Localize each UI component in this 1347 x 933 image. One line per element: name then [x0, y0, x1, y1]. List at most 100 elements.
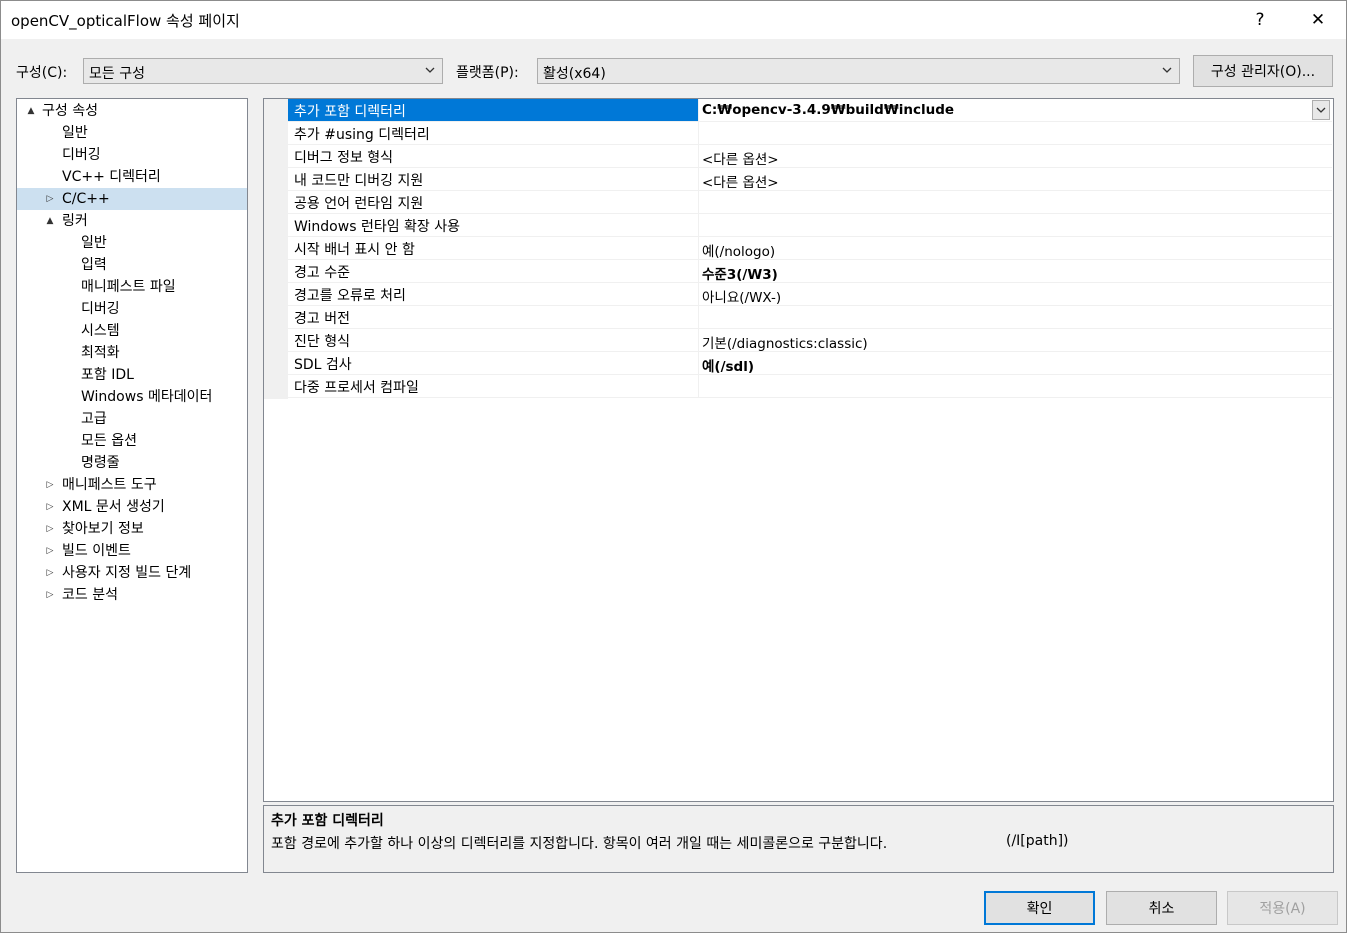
property-value[interactable]: 예(/sdl): [702, 355, 754, 375]
chevron-down-icon: [425, 67, 435, 73]
property-name: 내 코드만 디버깅 지원: [294, 173, 424, 189]
collapsed-triangle-icon[interactable]: ▷: [44, 496, 56, 518]
tree-item-linker-debugging[interactable]: 디버깅: [17, 298, 247, 320]
tree-item-all-options[interactable]: 모든 옵션: [17, 430, 247, 452]
tree-item-label: VC++ 디렉터리: [62, 169, 161, 185]
property-value[interactable]: 예(/nologo): [702, 240, 775, 260]
tree-item-label: C/C++: [62, 191, 110, 207]
platform-value: 활성(x64): [543, 66, 606, 82]
property-row-warning-version[interactable]: 경고 버전: [288, 306, 1332, 329]
tree-item-label: 빌드 이벤트: [62, 543, 131, 559]
property-row-clr-support[interactable]: 공용 언어 런타임 지원: [288, 191, 1332, 214]
tree-item-custom-build-step[interactable]: ▷ 사용자 지정 빌드 단계: [17, 562, 247, 584]
tree-item-label: 구성 속성: [42, 103, 98, 119]
tree-item-label: 매니페스트 파일: [81, 279, 176, 295]
tree-item-windows-metadata[interactable]: Windows 메타데이터: [17, 386, 247, 408]
collapsed-triangle-icon[interactable]: ▷: [44, 584, 56, 606]
collapsed-triangle-icon[interactable]: ▷: [44, 188, 56, 210]
property-row-sdl-checks[interactable]: SDL 검사 예(/sdl): [288, 352, 1332, 375]
tree-item-general[interactable]: 일반: [17, 122, 247, 144]
property-name: SDL 검사: [294, 357, 352, 373]
ok-button[interactable]: 확인: [984, 891, 1095, 925]
property-name: 시작 배너 표시 안 함: [294, 242, 415, 258]
description-flag: (/I[path]): [1006, 833, 1069, 849]
tree-item-label: 고급: [81, 411, 107, 427]
property-row-just-my-code[interactable]: 내 코드만 디버깅 지원 <다른 옵션>: [288, 168, 1332, 191]
property-row-suppress-banner[interactable]: 시작 배너 표시 안 함 예(/nologo): [288, 237, 1332, 260]
window-title: openCV_opticalFlow 속성 페이지: [11, 12, 240, 30]
property-row-additional-include-dirs[interactable]: 추가 포함 디렉터리 C:₩opencv-3.4.9₩build₩include: [288, 99, 1332, 122]
property-row-warning-level[interactable]: 경고 수준 수준3(/W3): [288, 260, 1332, 283]
tree-item-label: 찾아보기 정보: [62, 521, 144, 537]
property-row-windows-runtime-ext[interactable]: Windows 런타임 확장 사용: [288, 214, 1332, 237]
tree-item-xml-doc-generator[interactable]: ▷ XML 문서 생성기: [17, 496, 247, 518]
tree-item-label: 코드 분석: [62, 587, 118, 603]
property-pages-dialog: openCV_opticalFlow 속성 페이지 ? ✕ 구성(C): 모든 …: [0, 0, 1347, 933]
property-value[interactable]: 아니요(/WX-): [702, 286, 781, 306]
property-name: 다중 프로세서 컴파일: [294, 380, 419, 396]
property-name: 경고 수준: [294, 265, 350, 281]
property-row-multiprocessor-compilation[interactable]: 다중 프로세서 컴파일: [288, 375, 1332, 398]
tree-item-manifest-file[interactable]: 매니페스트 파일: [17, 276, 247, 298]
tree-item-c-cpp[interactable]: ▷ C/C++: [17, 188, 247, 210]
configuration-label: 구성(C):: [16, 65, 68, 81]
title-bar: openCV_opticalFlow 속성 페이지 ? ✕: [1, 1, 1346, 39]
tree-item-manifest-tool[interactable]: ▷ 매니페스트 도구: [17, 474, 247, 496]
property-row-treat-warnings-as-errors[interactable]: 경고를 오류로 처리 아니요(/WX-): [288, 283, 1332, 306]
description-text: 포함 경로에 추가할 하나 이상의 디렉터리를 지정합니다. 항목이 여러 개일…: [271, 836, 888, 852]
collapsed-triangle-icon[interactable]: ▷: [44, 562, 56, 584]
property-name: 경고 버전: [294, 311, 350, 327]
close-button[interactable]: ✕: [1295, 1, 1341, 39]
tree-item-label: 명령줄: [81, 455, 120, 471]
tree-item-linker-input[interactable]: 입력: [17, 254, 247, 276]
tree-item-label: 일반: [62, 125, 88, 141]
value-dropdown-button[interactable]: [1312, 100, 1330, 120]
property-name: 추가 #using 디렉터리: [294, 127, 430, 143]
help-button[interactable]: ?: [1237, 1, 1283, 39]
expanded-triangle-icon[interactable]: ▲: [44, 210, 56, 232]
platform-dropdown[interactable]: 활성(x64): [537, 58, 1180, 84]
collapsed-triangle-icon[interactable]: ▷: [44, 540, 56, 562]
collapsed-triangle-icon[interactable]: ▷: [44, 474, 56, 496]
expanded-triangle-icon[interactable]: ▲: [25, 100, 37, 122]
collapsed-triangle-icon[interactable]: ▷: [44, 518, 56, 540]
tree-item-label: 최적화: [81, 345, 120, 361]
cancel-button[interactable]: 취소: [1106, 891, 1217, 925]
property-description-panel: 추가 포함 디렉터리 포함 경로에 추가할 하나 이상의 디렉터리를 지정합니다…: [263, 805, 1334, 873]
property-row-additional-using-dirs[interactable]: 추가 #using 디렉터리: [288, 122, 1332, 145]
tree-item-code-analysis[interactable]: ▷ 코드 분석: [17, 584, 247, 606]
tree-item-label: 매니페스트 도구: [62, 477, 157, 493]
property-value[interactable]: <다른 옵션>: [702, 148, 779, 168]
tree-item-browse-info[interactable]: ▷ 찾아보기 정보: [17, 518, 247, 540]
configuration-value: 모든 구성: [89, 66, 145, 82]
tree-item-linker[interactable]: ▲ 링커: [17, 210, 247, 232]
property-value[interactable]: <다른 옵션>: [702, 171, 779, 191]
configuration-manager-button[interactable]: 구성 관리자(O)...: [1193, 55, 1333, 87]
property-value[interactable]: 수준3(/W3): [702, 263, 778, 283]
tree-item-optimization[interactable]: 최적화: [17, 342, 247, 364]
tree-item-advanced[interactable]: 고급: [17, 408, 247, 430]
property-row-debug-info-format[interactable]: 디버그 정보 형식 <다른 옵션>: [288, 145, 1332, 168]
tree-item-label: 디버깅: [81, 301, 120, 317]
chevron-down-icon: [1316, 107, 1326, 113]
property-name: 추가 포함 디렉터리: [294, 104, 406, 120]
tree-item-config-properties[interactable]: ▲ 구성 속성: [17, 100, 247, 122]
property-name: 디버그 정보 형식: [294, 150, 394, 166]
property-value[interactable]: 기본(/diagnostics:classic): [702, 332, 868, 352]
tree-item-vc-directories[interactable]: VC++ 디렉터리: [17, 166, 247, 188]
apply-button[interactable]: 적용(A): [1227, 891, 1338, 925]
tree-item-label: 사용자 지정 빌드 단계: [62, 565, 192, 581]
property-row-diagnostics-format[interactable]: 진단 형식 기본(/diagnostics:classic): [288, 329, 1332, 352]
tree-item-command-line[interactable]: 명령줄: [17, 452, 247, 474]
tree-item-system[interactable]: 시스템: [17, 320, 247, 342]
tree-item-label: 일반: [81, 235, 107, 251]
tree-item-label: 시스템: [81, 323, 120, 339]
property-value[interactable]: C:₩opencv-3.4.9₩build₩include: [702, 102, 954, 118]
tree-item-debugging[interactable]: 디버깅: [17, 144, 247, 166]
tree-item-label: 포함 IDL: [81, 367, 134, 383]
property-name: 진단 형식: [294, 334, 350, 350]
tree-item-embedded-idl[interactable]: 포함 IDL: [17, 364, 247, 386]
tree-item-build-events[interactable]: ▷ 빌드 이벤트: [17, 540, 247, 562]
configuration-dropdown[interactable]: 모든 구성: [83, 58, 443, 84]
tree-item-linker-general[interactable]: 일반: [17, 232, 247, 254]
